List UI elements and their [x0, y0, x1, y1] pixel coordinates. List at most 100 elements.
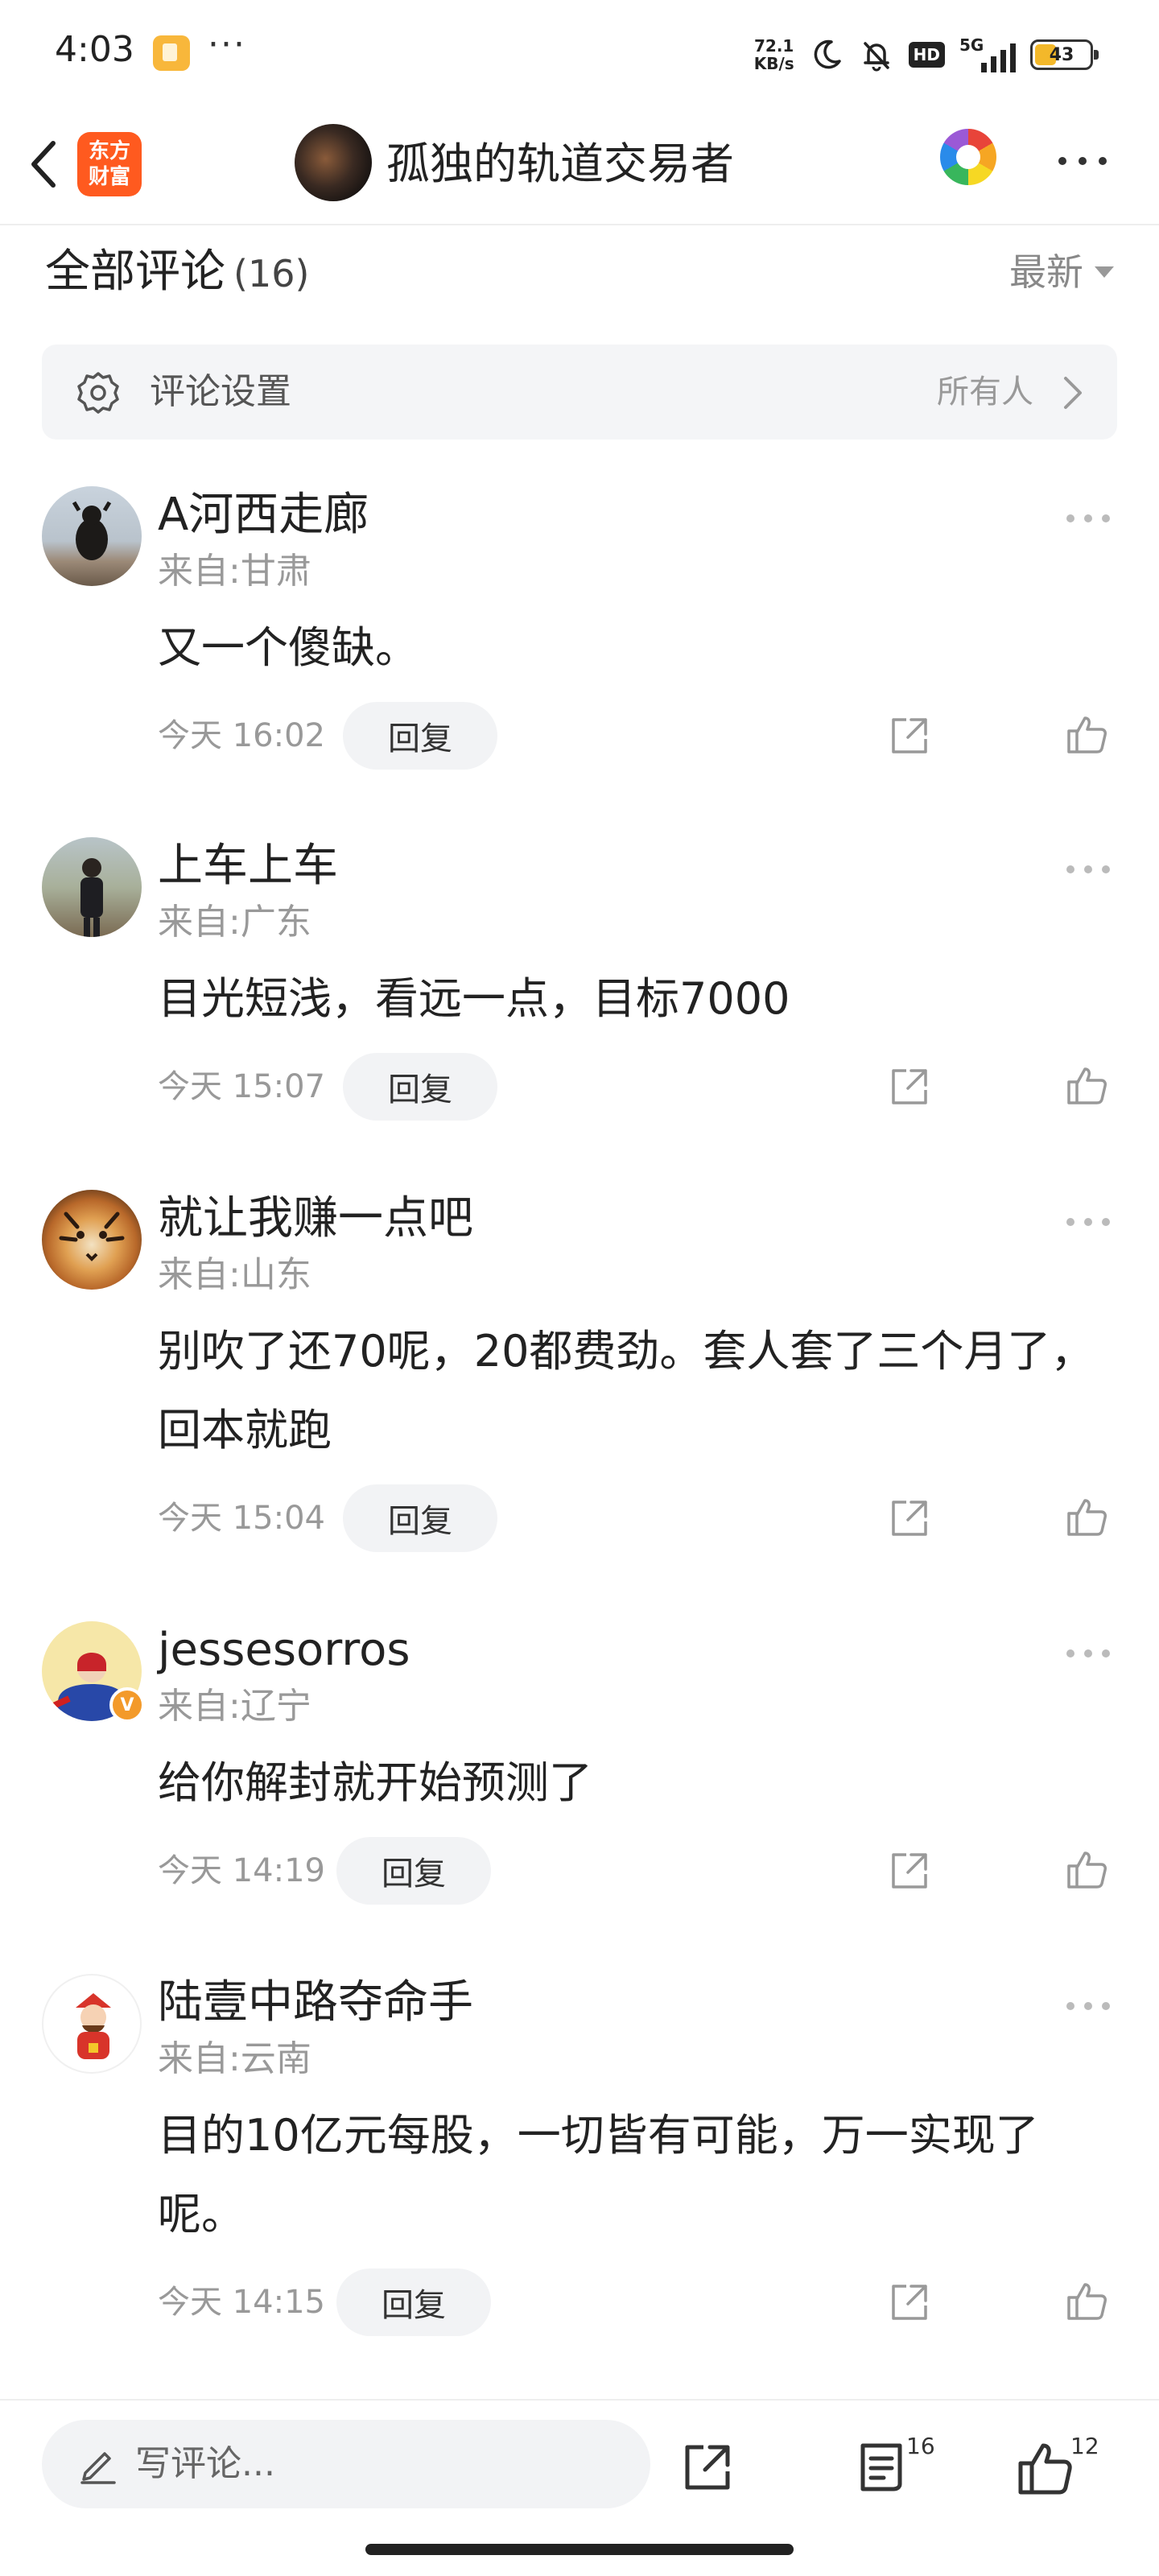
comment-meta: 今天 16:02 回复 [158, 702, 1124, 770]
comment-item: 陆壹中路夺命手 来自:云南 目的10亿元每股，一切皆有可能，万一实现了呢。 今天… [0, 1974, 1159, 2344]
share-icon[interactable] [887, 2280, 932, 2325]
comments-list-icon[interactable] [855, 2441, 908, 2494]
reply-button[interactable]: 回复 [343, 1053, 497, 1121]
comment-time: 今天 15:07 [158, 1068, 325, 1105]
avatar[interactable] [42, 1974, 142, 2074]
hd-badge: HD [908, 42, 945, 68]
signal-icon: 5G [959, 37, 1016, 72]
share-icon[interactable] [887, 1496, 932, 1541]
nav-bar: 东方 财富 孤独的轨道交易者 [0, 105, 1159, 225]
comment-meta: 今天 14:19 回复 [158, 1837, 1124, 1905]
battery-level: 43 [1049, 44, 1074, 65]
comment-location: 来自:辽宁 [158, 1686, 311, 1727]
thumb-up-icon[interactable] [1016, 2439, 1074, 2497]
app-logo-line2: 财富 [88, 165, 130, 189]
author-avatar[interactable] [295, 124, 372, 201]
reply-button[interactable]: 回复 [343, 702, 497, 770]
like-count-badge: 12 [1070, 2433, 1099, 2459]
comment-text: 目光短浅，看远一点，目标7000 [158, 973, 790, 1024]
comment-settings-row[interactable]: 评论设置 所有人 [42, 345, 1117, 440]
reply-button[interactable]: 回复 [343, 1484, 497, 1552]
thumb-up-icon[interactable] [1064, 1494, 1109, 1539]
share-icon[interactable] [887, 713, 932, 758]
more-icon[interactable] [1054, 145, 1111, 177]
thumb-up-icon[interactable] [1064, 1847, 1109, 1892]
comment-author[interactable]: 就让我赚一点吧 [158, 1188, 473, 1249]
status-icons: 72.1 KB/s HD 5G 43 [754, 32, 1099, 77]
thumb-up-icon[interactable] [1064, 712, 1109, 757]
app-logo[interactable]: 东方 财富 [77, 132, 142, 196]
reply-button[interactable]: 回复 [336, 1837, 491, 1905]
bottom-bar: 写评论... 16 12 [0, 2399, 1159, 2576]
comment-author[interactable]: jessesorros [158, 1620, 410, 1681]
moon-icon [814, 39, 841, 69]
status-bar: 4:03 ··· 72.1 KB/s HD 5G 43 [0, 0, 1159, 105]
avatar[interactable]: V [42, 1621, 145, 1723]
comment-item: A河西走廊 来自:甘肃 又一个傻缺。 今天 16:02 回复 [0, 486, 1159, 776]
comment-settings-label: 评论设置 [150, 371, 291, 412]
comment-text: 目的10亿元每股，一切皆有可能，万一实现了呢。 [158, 2110, 1039, 2240]
comment-location: 来自:山东 [158, 1254, 311, 1295]
comment-time: 今天 14:15 [158, 2284, 325, 2321]
comment-meta: 今天 15:04 回复 [158, 1484, 1124, 1552]
avatar[interactable] [42, 837, 142, 937]
caret-down-icon [1095, 266, 1114, 278]
more-icon[interactable] [1064, 510, 1112, 526]
avatar[interactable] [42, 1190, 142, 1290]
back-icon[interactable] [23, 135, 64, 193]
comment-text: 别吹了还70呢，20都费劲。套人套了三个月了，回本就跑 [158, 1326, 1095, 1455]
comment-item: 就让我赚一点吧 来自:山东 别吹了还70呢，20都费劲。套人套了三个月了，回本就… [0, 1190, 1159, 1560]
comment-item: 上车上车 来自:广东 目光短浅，看远一点，目标7000 今天 15:07 回复 [0, 837, 1159, 1127]
battery-icon: 43 [1030, 39, 1099, 70]
comment-count-badge: 16 [906, 2433, 935, 2459]
status-time: 4:03 [55, 29, 134, 70]
write-comment-placeholder: 写评论... [135, 2443, 275, 2484]
page-title[interactable]: 孤独的轨道交易者 [386, 137, 734, 192]
network-speed-unit: KB/s [753, 54, 794, 73]
thumb-up-icon[interactable] [1064, 1063, 1109, 1108]
comment-location: 来自:云南 [158, 2038, 311, 2079]
comment-author[interactable]: 上车上车 [158, 836, 338, 897]
comment-time: 今天 15:04 [158, 1500, 325, 1537]
sort-dropdown[interactable]: 最新 [1009, 242, 1114, 303]
comment-settings-value: 所有人 [937, 374, 1033, 411]
more-icon[interactable] [1064, 1998, 1112, 2014]
chevron-right-icon [1064, 377, 1082, 409]
comment-time: 今天 16:02 [158, 717, 325, 754]
comment-text: 又一个傻缺。 [158, 622, 419, 673]
verified-badge: V [109, 1687, 145, 1723]
more-icon[interactable] [1064, 861, 1112, 877]
network-type-label: 5G [959, 35, 984, 55]
share-icon[interactable] [887, 1848, 932, 1893]
color-wheel-icon[interactable] [940, 129, 996, 185]
comment-author[interactable]: 陆壹中路夺命手 [158, 1972, 473, 2033]
pen-icon [80, 2452, 116, 2484]
gear-icon [77, 372, 119, 414]
more-notifications-icon: ··· [208, 24, 246, 65]
share-icon[interactable] [681, 2441, 734, 2494]
notes-app-icon [153, 35, 190, 71]
thumb-up-icon[interactable] [1064, 2278, 1109, 2323]
comments-title: 全部评论 [45, 246, 225, 298]
more-icon[interactable] [1064, 1214, 1112, 1230]
comment-location: 来自:广东 [158, 902, 311, 943]
more-icon[interactable] [1064, 1645, 1112, 1662]
comments-count: (16) [233, 252, 310, 295]
comment-location: 来自:甘肃 [158, 551, 311, 592]
comment-meta: 今天 15:07 回复 [158, 1053, 1124, 1121]
bell-muted-icon [863, 42, 889, 72]
network-speed: 72.1 KB/s [754, 37, 794, 72]
comment-author[interactable]: A河西走廊 [158, 485, 369, 546]
share-icon[interactable] [887, 1064, 932, 1109]
reply-button[interactable]: 回复 [336, 2268, 491, 2336]
app-logo-line1: 东方 [88, 139, 130, 163]
comment-time: 今天 14:19 [158, 1852, 325, 1889]
comment-meta: 今天 14:15 回复 [158, 2268, 1124, 2336]
avatar[interactable] [42, 486, 142, 586]
comment-text: 给你解封就开始预测了 [158, 1757, 592, 1808]
sort-label: 最新 [1009, 250, 1083, 294]
network-speed-value: 72.1 [754, 36, 794, 56]
home-indicator[interactable] [365, 2544, 794, 2555]
write-comment-input[interactable]: 写评论... [42, 2420, 650, 2508]
comments-header: 全部评论 (16) [45, 240, 309, 306]
